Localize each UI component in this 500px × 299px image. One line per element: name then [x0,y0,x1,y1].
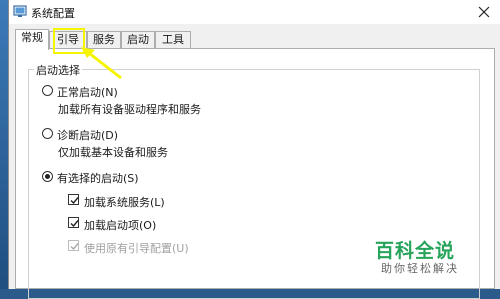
checkbox-label: 加载启动项(O) [84,219,157,232]
watermark-logo: 百科全说 [375,240,456,262]
group-label: 启动选择 [34,62,82,78]
option-description: 加载所有设备驱动程序和服务 [58,103,201,116]
close-icon[interactable] [475,3,493,21]
checkbox-icon[interactable] [68,194,79,205]
desktop-background [0,0,8,289]
option-description: 仅加载基本设备和服务 [58,146,168,159]
radio-icon[interactable] [42,171,53,182]
radio-selected-dot [45,174,50,179]
radio-icon[interactable] [42,85,53,96]
system-config-window: 系统配置 常规 引导 服务 启动 工具 启动选择 正常启动(N) 加载所有设备驱… [8,0,500,299]
pointer-arrow-icon [81,47,122,80]
tab-general[interactable]: 常规 [15,29,49,50]
checkbox-label: 加载系统服务(L) [84,196,165,209]
tab-tools[interactable]: 工具 [155,31,191,49]
tab-label: 常规 [21,31,43,44]
checkbox-label: 使用原有引导配置(U) [84,242,189,255]
watermark: 百科全说 助你轻松解决 [375,240,459,276]
radio-label: 有选择的启动(S) [57,172,139,185]
checkbox-icon[interactable] [68,217,79,228]
tab-label: 工具 [162,33,184,46]
title-bar[interactable]: 系统配置 [9,0,500,24]
radio-icon[interactable] [42,128,53,139]
radio-label: 诊断启动(D) [57,129,119,142]
watermark-tagline: 助你轻松解决 [381,262,459,275]
app-icon [13,5,27,17]
checkbox-icon [68,240,79,251]
window-title: 系统配置 [31,7,75,20]
